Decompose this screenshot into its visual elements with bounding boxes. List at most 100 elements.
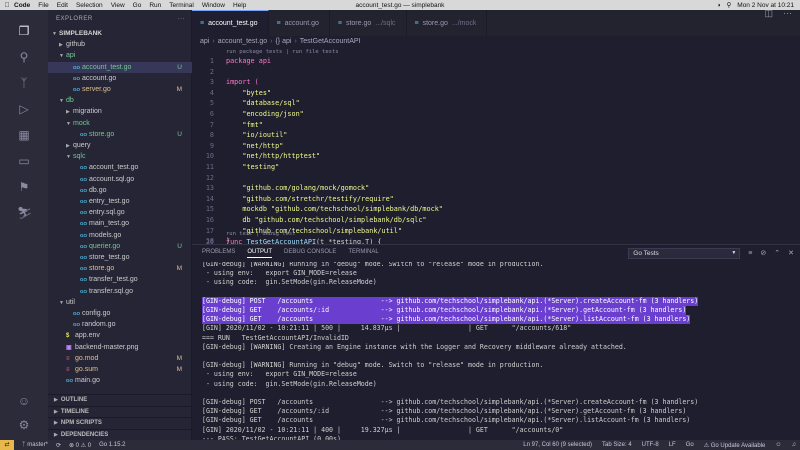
file-item[interactable]: GO store.go U: [48, 129, 192, 140]
file-item[interactable]: GO account_test.go: [48, 162, 192, 173]
search-icon[interactable]: ⚲: [17, 50, 31, 64]
file-item[interactable]: ≡ go.mod M: [48, 353, 192, 364]
more-actions-icon[interactable]: ···: [783, 8, 792, 18]
file-item[interactable]: GO querier.go U: [48, 241, 192, 252]
panel-tab[interactable]: OUTPUT: [247, 249, 273, 258]
encoding[interactable]: UTF-8: [642, 442, 659, 448]
extensions-icon[interactable]: ▦: [17, 128, 31, 142]
menu-app[interactable]: Code: [14, 2, 30, 9]
tab-size[interactable]: Tab Size: 4: [602, 442, 632, 448]
sidebar-section-dependencies[interactable]: ▶ DEPENDENCIES: [48, 428, 192, 440]
docker-icon[interactable]: ⛷: [17, 206, 32, 220]
file-item[interactable]: GO store_test.go: [48, 252, 192, 263]
breadcrumb-item[interactable]: {} api: [275, 38, 291, 45]
sidebar-section-npm-scripts[interactable]: ▶ NPM SCRIPTS: [48, 417, 192, 428]
file-item[interactable]: GO entry.sql.go: [48, 207, 192, 218]
file-item[interactable]: GO random.go: [48, 319, 192, 330]
more-actions-icon[interactable]: ···: [178, 10, 186, 28]
wifi-icon[interactable]: ◑: [717, 2, 721, 9]
menu-item[interactable]: Selection: [76, 2, 103, 9]
file-item[interactable]: GO account.go: [48, 73, 192, 84]
file-item[interactable]: GO db.go: [48, 185, 192, 196]
search-icon[interactable]: ⚲: [727, 1, 732, 9]
output-channel-select[interactable]: Go Tests ▼: [628, 247, 741, 259]
folder-item[interactable]: ▼ util: [48, 297, 192, 308]
menu-item[interactable]: Run: [149, 2, 161, 9]
file-item[interactable]: GO transfer.sql.go: [48, 286, 192, 297]
editor-tab[interactable]: ≡ account.go: [269, 10, 330, 36]
editor-tab[interactable]: ≡ store.go .../mock: [407, 10, 488, 36]
file-item[interactable]: GO main_test.go: [48, 218, 192, 229]
code-editor[interactable]: run package tests | run file tests 1 pack…: [192, 48, 800, 244]
language-mode[interactable]: Go: [686, 442, 694, 448]
file-item[interactable]: GO account.sql.go: [48, 174, 192, 185]
folder-item[interactable]: ▶ query: [48, 140, 192, 151]
breadcrumb-item[interactable]: api: [200, 38, 209, 45]
menu-item[interactable]: View: [111, 2, 125, 9]
file-item[interactable]: GO server.go M: [48, 84, 192, 95]
tree-item-label: db.go: [89, 186, 107, 194]
file-item[interactable]: GO transfer_test.go: [48, 274, 192, 285]
codelens-package-tests[interactable]: run package tests | run file tests: [226, 49, 339, 55]
menu-item[interactable]: Window: [202, 2, 225, 9]
list-filter-icon[interactable]: ≡: [748, 250, 752, 257]
bell-icon[interactable]: ♫: [792, 442, 797, 448]
maximize-icon[interactable]: ⌃: [774, 249, 780, 257]
line-number: 6: [209, 110, 214, 118]
split-editor-icon[interactable]: ◫: [764, 8, 773, 19]
file-item[interactable]: GO account_test.go U: [48, 61, 192, 73]
sidebar-section-timeline[interactable]: ▶ TIMELINE: [48, 405, 192, 417]
section-label: NPM SCRIPTS: [60, 420, 102, 426]
explorer-icon[interactable]: ❐: [17, 24, 31, 38]
go-version[interactable]: Go 1.15.2: [99, 442, 125, 448]
menu-item[interactable]: Go: [133, 2, 142, 9]
file-item[interactable]: GO store.go M: [48, 263, 192, 274]
source-control-icon[interactable]: ᛉ: [17, 76, 31, 90]
file-item[interactable]: ≡ go.sum M: [48, 364, 192, 375]
sidebar-section-outline[interactable]: ▶ OUTLINE: [48, 394, 192, 405]
menu-item[interactable]: Edit: [57, 2, 68, 9]
project-root[interactable]: ▼ SIMPLEBANK: [48, 28, 192, 39]
folder-item[interactable]: ▼ sqlc: [48, 151, 192, 162]
folder-item[interactable]: ▼ db: [48, 95, 192, 106]
file-item[interactable]: GO config.go: [48, 308, 192, 319]
output-log[interactable]: [GIN-debug] [WARNING] Running in "debug"…: [192, 262, 800, 440]
panel-tab[interactable]: TERMINAL: [348, 249, 378, 257]
apple-icon[interactable]: : [0, 2, 14, 9]
tree-item-label: go.sum: [75, 366, 98, 373]
panel-tab[interactable]: DEBUG CONSOLE: [284, 249, 336, 257]
menu-item[interactable]: Terminal: [169, 2, 194, 9]
tree-item-label: store.go: [89, 265, 115, 273]
branch-status[interactable]: ᛉ master*: [22, 442, 48, 448]
breadcrumb-item[interactable]: TestGetAccountAPI: [300, 38, 361, 45]
panel-tab[interactable]: PROBLEMS: [202, 249, 235, 257]
folder-item[interactable]: ▶ migration: [48, 106, 192, 117]
gear-icon[interactable]: ⚙: [17, 418, 31, 432]
file-item[interactable]: $ app.env: [48, 330, 192, 341]
line-ending[interactable]: LF: [669, 442, 676, 448]
run-debug-icon[interactable]: ▷: [17, 102, 31, 116]
account-icon[interactable]: ☺: [17, 394, 31, 408]
file-item[interactable]: GO models.go: [48, 230, 192, 241]
file-item[interactable]: GO main.go: [48, 375, 192, 386]
error-count[interactable]: ⊗ 0 ⚠ 0: [69, 442, 91, 449]
file-item[interactable]: GO entry_test.go: [48, 196, 192, 207]
lock-icon[interactable]: ⊘: [760, 249, 766, 257]
folder-item[interactable]: ▼ api: [48, 50, 192, 61]
folder-item[interactable]: ▼ mock: [48, 118, 192, 129]
file-item[interactable]: ▣ backend-master.png: [48, 342, 192, 353]
menu-item[interactable]: File: [38, 2, 48, 9]
testing-icon[interactable]: ⚑: [17, 180, 31, 194]
close-icon[interactable]: ✕: [788, 249, 794, 257]
remote-explorer-icon[interactable]: ▭: [17, 154, 31, 168]
editor-tab[interactable]: ≡ account_test.go: [192, 10, 269, 36]
remote-icon[interactable]: ⇄: [0, 440, 14, 450]
feedback-icon[interactable]: ☺: [775, 442, 781, 448]
cursor-position[interactable]: Ln 97, Col 60 (9 selected): [523, 442, 592, 448]
folder-item[interactable]: ▶ github: [48, 39, 192, 50]
menu-item[interactable]: Help: [233, 2, 246, 9]
go-update[interactable]: ⚠ Go Update Available: [704, 442, 766, 449]
breadcrumb-item[interactable]: account_test.go: [218, 38, 267, 45]
sync-icon[interactable]: ⟳: [56, 442, 61, 449]
editor-tab[interactable]: ≡ store.go .../sqlc: [330, 10, 407, 36]
